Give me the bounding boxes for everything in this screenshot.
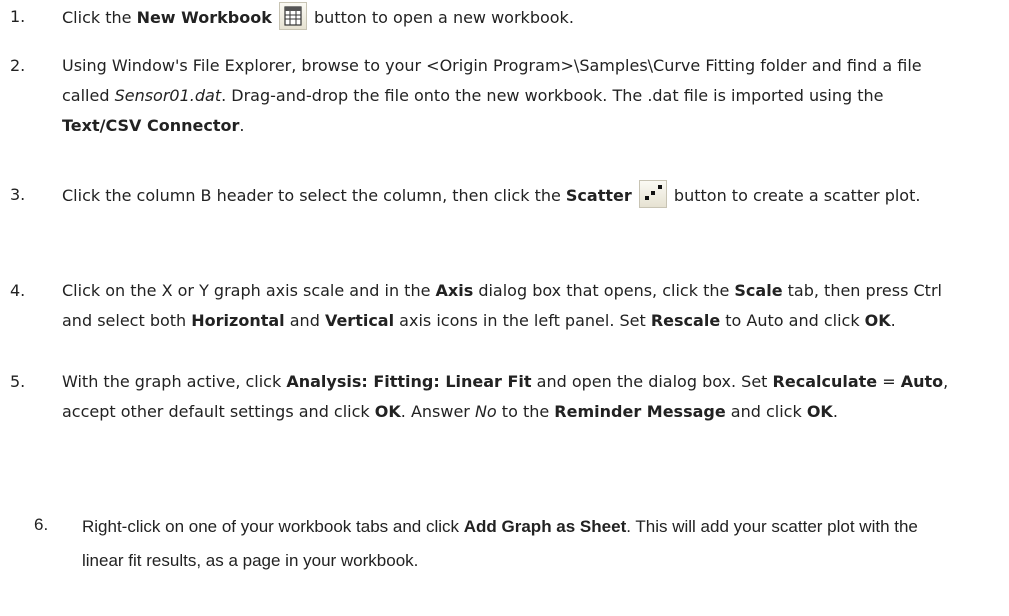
step-text: Click the column B header to select the … bbox=[62, 180, 962, 211]
ui-term: Auto bbox=[900, 372, 944, 391]
ui-term: Reminder Message bbox=[554, 402, 726, 421]
ui-term: Add Graph as Sheet bbox=[463, 517, 627, 536]
ui-term: Rescale bbox=[650, 311, 721, 330]
ui-term: Scatter bbox=[565, 186, 632, 205]
ui-term: Vertical bbox=[324, 311, 395, 330]
ui-term: Analysis: Fitting: Linear Fit bbox=[286, 372, 532, 391]
ui-term: Scale bbox=[734, 281, 783, 300]
ui-term: Horizontal bbox=[191, 311, 285, 330]
step-number: 5. bbox=[10, 372, 26, 391]
emphasis: No bbox=[474, 402, 497, 421]
ui-term: New Workbook bbox=[136, 8, 272, 27]
ui-term: Text/CSV Connector bbox=[62, 116, 240, 135]
step-text: Right-click on one of your workbook tabs… bbox=[82, 517, 918, 570]
step-text: With the graph active, click Analysis: F… bbox=[62, 372, 949, 421]
step-text: Click the New Workbook button to open a … bbox=[62, 2, 962, 33]
step-number: 3. bbox=[10, 185, 26, 204]
ui-term: Recalculate bbox=[772, 372, 878, 391]
step-number: 1. bbox=[10, 7, 26, 26]
ui-term: OK bbox=[864, 311, 891, 330]
step-number: 6. bbox=[34, 515, 49, 534]
step-number: 4. bbox=[10, 281, 26, 300]
new-workbook-icon bbox=[278, 2, 307, 30]
file-name: Sensor01.dat bbox=[114, 86, 222, 105]
ui-term: OK bbox=[374, 402, 401, 421]
ui-term: Axis bbox=[435, 281, 474, 300]
ui-term: OK bbox=[806, 402, 833, 421]
step-number: 2. bbox=[10, 56, 26, 75]
step-text: Using Window's File Explorer, browse to … bbox=[62, 56, 922, 135]
scatter-icon bbox=[638, 180, 667, 208]
step-text: Click on the X or Y graph axis scale and… bbox=[62, 281, 942, 330]
